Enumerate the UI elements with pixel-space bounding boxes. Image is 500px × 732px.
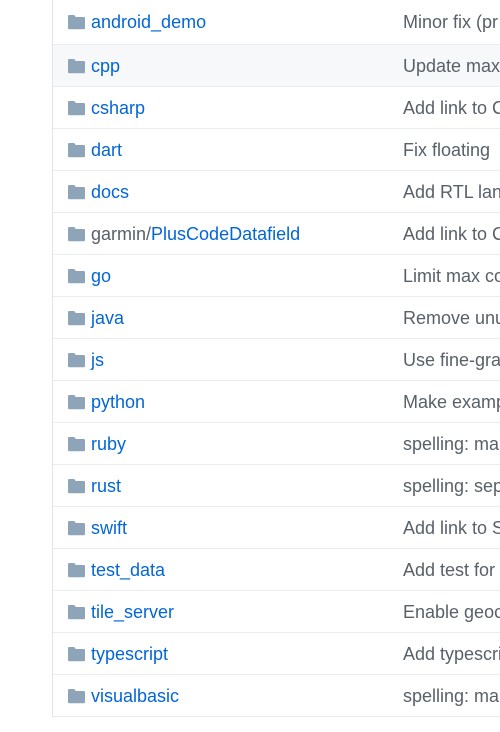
file-name-text: typescript (91, 643, 169, 664)
table-row[interactable]: js Use fine-gra (53, 339, 500, 381)
commit-message-link[interactable]: Add typescri (403, 643, 500, 665)
commit-message-link[interactable]: Limit max co (403, 265, 500, 287)
folder-icon (67, 226, 86, 242)
folder-icon (67, 268, 86, 284)
file-name-text: python (91, 391, 146, 412)
file-name-text: rust (91, 475, 122, 496)
commit-message-link[interactable]: Remove unu (403, 307, 500, 329)
commit-message-link[interactable]: Enable geoc (403, 601, 500, 623)
commit-message-link[interactable]: Make examp (403, 391, 500, 413)
commit-message-link[interactable]: Add link to S (403, 517, 500, 539)
table-row[interactable]: cpp Update max (53, 45, 500, 87)
file-name-text: PlusCodeDatafield (151, 223, 301, 244)
file-name-link[interactable]: swift (91, 517, 127, 539)
folder-icon (67, 352, 86, 368)
folder-icon (67, 394, 86, 410)
table-row[interactable]: visualbasic spelling: ma (53, 675, 500, 717)
folder-icon (67, 184, 86, 200)
table-row[interactable]: csharp Add link to C (53, 87, 500, 129)
commit-message-link[interactable]: Fix floating (403, 139, 500, 161)
table-row[interactable]: swift Add link to S (53, 507, 500, 549)
commit-message-link[interactable]: Minor fix (pr (403, 11, 500, 33)
table-row[interactable]: docs Add RTL lan (53, 171, 500, 213)
commit-message-link[interactable]: Add link to C (403, 223, 500, 245)
commit-message-link[interactable]: Add link to C (403, 97, 500, 119)
file-name-link[interactable]: tile_server (91, 601, 174, 623)
file-name-link[interactable]: garmin/PlusCodeDatafield (91, 223, 300, 245)
table-row[interactable]: tile_server Enable geoc (53, 591, 500, 633)
file-name-link[interactable]: docs (91, 181, 129, 203)
table-row[interactable]: java Remove unu (53, 297, 500, 339)
table-row[interactable]: test_data Add test for (53, 549, 500, 591)
file-name-link[interactable]: test_data (91, 559, 165, 581)
file-name-text: ruby (91, 433, 127, 454)
file-name-link[interactable]: dart (91, 139, 122, 161)
table-row[interactable]: python Make examp (53, 381, 500, 423)
file-name-link[interactable]: android_demo (91, 11, 206, 33)
file-name-text: visualbasic (91, 685, 180, 706)
file-list: android_demo Minor fix (pr cpp Update max cs… (52, 0, 500, 717)
table-row[interactable]: android_demo Minor fix (pr (53, 0, 500, 45)
file-name-link[interactable]: java (91, 307, 124, 329)
folder-icon (67, 562, 86, 578)
commit-message-link[interactable]: spelling: sep (403, 475, 500, 497)
file-name-text: tile_server (91, 601, 175, 622)
file-name-text: swift (91, 517, 127, 538)
file-name-link[interactable]: visualbasic (91, 685, 179, 707)
file-name-link[interactable]: ruby (91, 433, 126, 455)
table-row[interactable]: rust spelling: sep (53, 465, 500, 507)
file-name-text: js (91, 349, 104, 370)
table-row[interactable]: go Limit max co (53, 255, 500, 297)
file-name-link[interactable]: js (91, 349, 104, 371)
file-name-text: android_demo (91, 12, 207, 32)
file-name-link[interactable]: cpp (91, 55, 120, 77)
table-row[interactable]: dart Fix floating (53, 129, 500, 171)
commit-message-link[interactable]: spelling: ma (403, 685, 500, 707)
repository-page: android_demo Minor fix (pr cpp Update max cs… (0, 0, 500, 732)
file-name-link[interactable]: python (91, 391, 145, 413)
table-row[interactable]: typescript Add typescri (53, 633, 500, 675)
table-row[interactable]: ruby spelling: ma (53, 423, 500, 465)
file-name-link[interactable]: csharp (91, 97, 145, 119)
folder-icon (67, 436, 86, 452)
commit-message-link[interactable]: Use fine-gra (403, 349, 500, 371)
file-name-link[interactable]: rust (91, 475, 121, 497)
folder-icon (67, 688, 86, 704)
folder-icon (67, 142, 86, 158)
file-name-link[interactable]: typescript (91, 643, 168, 665)
commit-message-link[interactable]: Add test for (403, 559, 500, 581)
folder-icon (67, 478, 86, 494)
folder-icon (67, 100, 86, 116)
folder-icon (67, 14, 86, 30)
file-name-link[interactable]: go (91, 265, 111, 287)
folder-icon (67, 646, 86, 662)
commit-message-link[interactable]: Update max (403, 55, 500, 77)
path-prefix: garmin/ (91, 223, 152, 244)
folder-icon (67, 58, 86, 74)
file-name-text: docs (91, 181, 130, 202)
commit-message-link[interactable]: spelling: ma (403, 433, 500, 455)
file-name-text: csharp (91, 97, 146, 118)
file-name-text: go (91, 265, 112, 286)
file-name-text: java (91, 307, 125, 328)
file-name-text: dart (91, 139, 123, 160)
file-name-text: test_data (91, 559, 166, 580)
folder-icon (67, 604, 86, 620)
folder-icon (67, 520, 86, 536)
table-row[interactable]: garmin/PlusCodeDatafield Add link to C (53, 213, 500, 255)
file-name-text: cpp (91, 55, 121, 76)
folder-icon (67, 310, 86, 326)
commit-message-link[interactable]: Add RTL lan (403, 181, 500, 203)
